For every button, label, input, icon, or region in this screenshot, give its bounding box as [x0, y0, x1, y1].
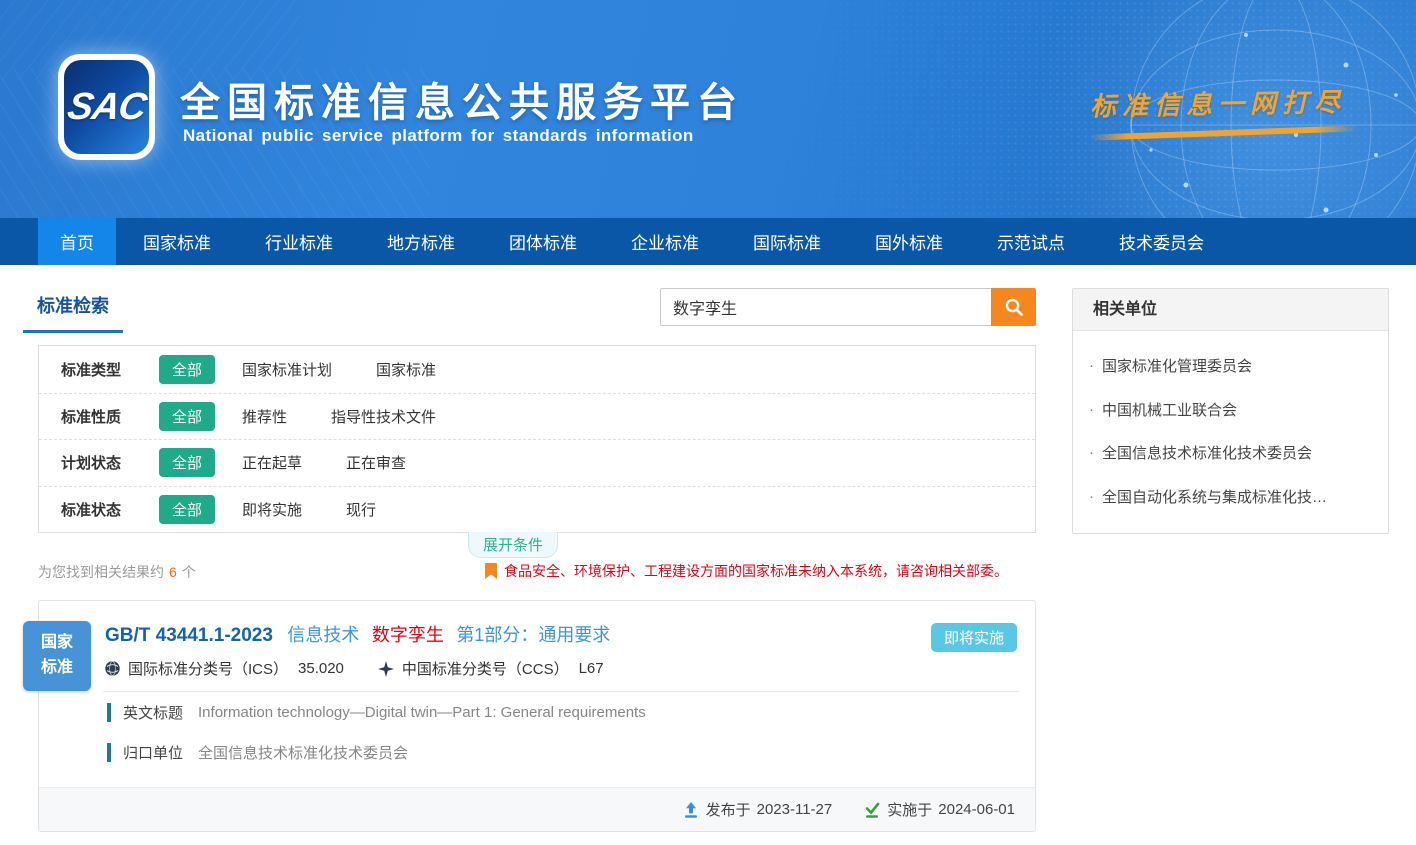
english-title-row: 英文标题 Information technology—Digital twin…	[107, 702, 646, 723]
nav-item-national-standards[interactable]: 国家标准	[116, 218, 238, 265]
related-units-panel: 相关单位 · 国家标准化管理委员会 · 中国机械工业联合会 · 全国信息技术标准…	[1072, 288, 1389, 534]
card-footer: 发布于 2023-11-27 实施于 2024-06-01	[39, 787, 1035, 831]
main-nav: 首页 国家标准 行业标准 地方标准 团体标准 企业标准 国际标准 国外标准 示范…	[0, 218, 1416, 265]
bullet: ·	[1089, 401, 1094, 418]
filter-label: 标准状态	[61, 499, 141, 520]
filter-row-standard-nature: 标准性质 全部 推荐性 指导性技术文件	[39, 393, 1035, 440]
nav-item-local-standards[interactable]: 地方标准	[360, 218, 482, 265]
filter-option[interactable]: 正在起草	[242, 452, 302, 473]
sidebar-unit-item[interactable]: · 全国自动化系统与集成标准化技…	[1087, 475, 1374, 519]
sidebar-unit-item[interactable]: · 全国信息技术标准化技术委员会	[1087, 431, 1374, 475]
row-accent-bar	[107, 743, 111, 762]
sac-logo-tile: SAC	[64, 60, 149, 154]
nav-item-home[interactable]: 首页	[38, 218, 116, 265]
nav-item-enterprise-standards[interactable]: 企业标准	[604, 218, 726, 265]
check-mark-icon	[864, 802, 880, 818]
site-title: 全国标准信息公共服务平台	[180, 70, 744, 128]
status-badge: 即将实施	[931, 623, 1017, 652]
all-button[interactable]: 全部	[159, 355, 215, 384]
filter-row-standard-type: 标准类型 全部 国家标准计划 国家标准	[39, 346, 1035, 393]
nav-item-foreign-standards[interactable]: 国外标准	[848, 218, 970, 265]
filter-label: 计划状态	[61, 452, 141, 473]
bullet: ·	[1089, 444, 1094, 461]
filter-option[interactable]: 现行	[346, 499, 376, 520]
filter-label: 标准性质	[61, 406, 141, 427]
filter-option[interactable]: 即将实施	[242, 499, 302, 520]
globe-icon	[105, 661, 120, 676]
system-notice: 食品安全、环境保护、工程建设方面的国家标准未纳入本系统，请咨询相关部委。	[485, 561, 1008, 581]
search-input[interactable]	[660, 288, 991, 326]
sidebar-unit-item[interactable]: · 国家标准化管理委员会	[1087, 344, 1374, 388]
all-button[interactable]: 全部	[159, 448, 215, 477]
result-count-number: 6	[169, 564, 177, 580]
slogan-text: 标准信息一网打尽	[1090, 82, 1371, 124]
upload-arrow-icon	[683, 802, 699, 818]
filter-row-standard-status: 标准状态 全部 即将实施 现行	[39, 486, 1035, 533]
compass-star-icon	[378, 661, 394, 677]
tab-standard-search[interactable]: 标准检索	[23, 292, 123, 333]
bullet: ·	[1089, 357, 1094, 374]
all-button[interactable]: 全部	[159, 402, 215, 431]
nav-item-group-standards[interactable]: 团体标准	[482, 218, 604, 265]
nav-item-pilot-programs[interactable]: 示范试点	[970, 218, 1092, 265]
related-units-list: · 国家标准化管理委员会 · 中国机械工业联合会 · 全国信息技术标准化技术委员…	[1073, 331, 1388, 526]
standard-title-post: 第1部分：通用要求	[456, 625, 610, 645]
expand-conditions-button[interactable]: 展开条件	[468, 532, 558, 558]
standard-code: GB/T 43441.1-2023	[105, 625, 273, 646]
filter-label: 标准类型	[61, 359, 141, 380]
filter-option[interactable]: 推荐性	[242, 406, 287, 427]
related-units-title: 相关单位	[1073, 289, 1388, 331]
main-content: 标准检索 标准类型 全部 国家标准计划 国家标准 标准性质 全部 推荐性 指导性…	[0, 265, 1416, 845]
sidebar-unit-item[interactable]: · 中国机械工业联合会	[1087, 388, 1374, 432]
notice-text: 食品安全、环境保护、工程建设方面的国家标准未纳入本系统，请咨询相关部委。	[504, 561, 1008, 581]
site-banner: SAC 全国标准信息公共服务平台 National public service…	[0, 0, 1416, 218]
standard-title-link[interactable]: GB/T 43441.1-2023 信息技术 数字孪生 第1部分：通用要求	[105, 621, 610, 647]
bullet: ·	[1089, 488, 1094, 505]
nav-item-industry-standards[interactable]: 行业标准	[238, 218, 360, 265]
filter-row-plan-status: 计划状态 全部 正在起草 正在审查	[39, 439, 1035, 486]
standard-result-card: 国家 标准 GB/T 43441.1-2023 信息技术 数字孪生 第1部分：通…	[38, 600, 1036, 832]
sac-logo-text: SAC	[64, 86, 149, 129]
standard-title-pre: 信息技术	[287, 625, 359, 645]
filter-option[interactable]: 指导性技术文件	[331, 406, 436, 427]
all-button[interactable]: 全部	[159, 495, 215, 524]
nav-item-international-standards[interactable]: 国际标准	[726, 218, 848, 265]
national-standard-badge: 国家 标准	[23, 621, 91, 691]
bookmark-icon	[485, 563, 497, 579]
ics-classification: 国际标准分类号（ICS） 35.020	[105, 658, 344, 679]
search-icon	[1004, 297, 1024, 317]
standard-title-highlight: 数字孪生	[372, 625, 444, 645]
result-count: 为您找到相关结果约6个	[38, 562, 196, 582]
published-date: 发布于 2023-11-27	[683, 799, 833, 820]
implemented-date: 实施于 2024-06-01	[864, 799, 1015, 820]
card-divider	[103, 691, 1019, 692]
ccs-classification: 中国标准分类号（CCS） L67	[378, 658, 604, 679]
filter-option[interactable]: 国家标准计划	[242, 359, 332, 380]
banner-slogan: 标准信息一网打尽	[1090, 84, 1370, 136]
site-subtitle: National public service platform for sta…	[183, 126, 694, 146]
search-button[interactable]	[991, 288, 1036, 326]
nav-item-technical-committees[interactable]: 技术委员会	[1092, 218, 1231, 265]
filter-panel: 标准类型 全部 国家标准计划 国家标准 标准性质 全部 推荐性 指导性技术文件 …	[38, 345, 1036, 533]
filter-option[interactable]: 国家标准	[376, 359, 436, 380]
row-accent-bar	[107, 703, 111, 722]
sac-logo[interactable]: SAC	[58, 54, 155, 160]
committee-row: 归口单位 全国信息技术标准化技术委员会	[107, 742, 408, 763]
filter-option[interactable]: 正在审查	[346, 452, 406, 473]
classification-row: 国际标准分类号（ICS） 35.020 中国标准分类号（CCS） L67	[105, 658, 638, 679]
